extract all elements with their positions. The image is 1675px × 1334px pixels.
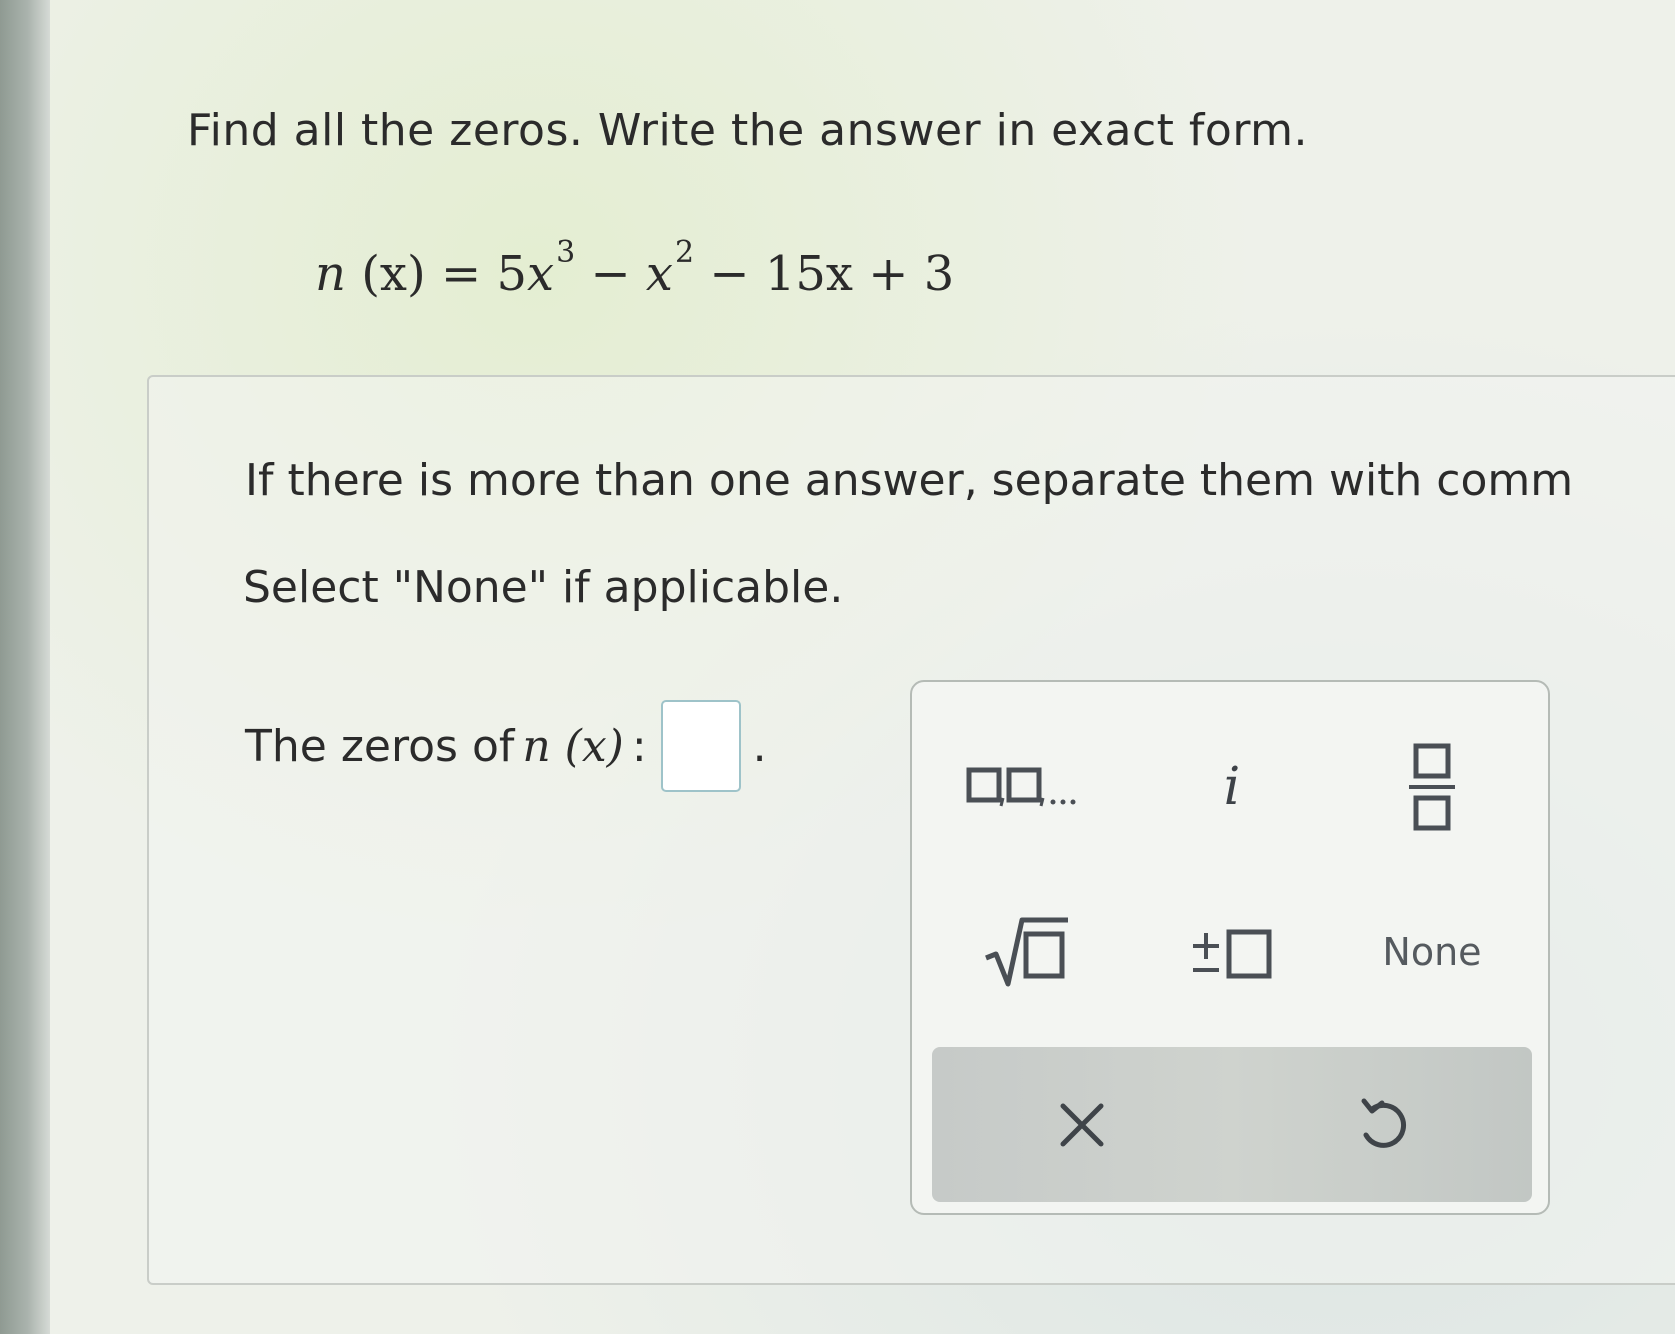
equation-rest: − 15x + 3 (709, 246, 955, 302)
imaginary-unit-button[interactable]: i (1147, 732, 1317, 842)
equation-function-name: n (315, 246, 346, 302)
keypad-action-bar (932, 1047, 1532, 1202)
none-label: None (1382, 930, 1482, 974)
answer-period: . (752, 720, 767, 772)
equation-term-x2: x (645, 246, 673, 302)
undo-icon (1354, 1095, 1410, 1155)
plus-minus-button[interactable] (1147, 897, 1317, 1007)
zeros-answer-input[interactable] (660, 700, 741, 792)
square-root-icon (982, 914, 1072, 990)
list-separator-button[interactable] (942, 732, 1112, 842)
equation-term-x3: x (527, 246, 555, 302)
equation-exponent-3: 3 (556, 235, 576, 270)
instruction-select-none: Select "None" if applicable. (243, 562, 844, 613)
answer-row: The zeros of n (x) : . (245, 700, 767, 792)
clear-button[interactable] (932, 1047, 1232, 1202)
equation-equals: = 5 (440, 246, 527, 302)
close-icon (1057, 1100, 1107, 1150)
equation-argument: (x) (361, 246, 426, 302)
equation-minus: − (590, 246, 646, 302)
undo-button[interactable] (1232, 1047, 1532, 1202)
fraction-icon (1407, 742, 1457, 832)
equation-exponent-2: 2 (675, 235, 695, 270)
fraction-button[interactable] (1347, 732, 1517, 842)
list-separator-icon (965, 764, 1089, 810)
answer-colon: : (631, 720, 647, 772)
plus-minus-icon (1189, 922, 1275, 982)
answer-prefix: The zeros of (245, 720, 515, 772)
monitor-bezel (0, 0, 50, 1334)
imaginary-unit-label: i (1223, 757, 1241, 817)
math-keypad: i None (910, 680, 1550, 1215)
none-button[interactable]: None (1347, 897, 1517, 1007)
square-root-button[interactable] (942, 897, 1112, 1007)
instruction-multiple-answers: If there is more than one answer, separa… (245, 455, 1574, 506)
equation: n (x) = 5x3 − x2 − 15x + 3 (315, 235, 954, 302)
answer-function: n (x) (522, 720, 624, 772)
question-title: Find all the zeros. Write the answer in … (187, 105, 1308, 156)
